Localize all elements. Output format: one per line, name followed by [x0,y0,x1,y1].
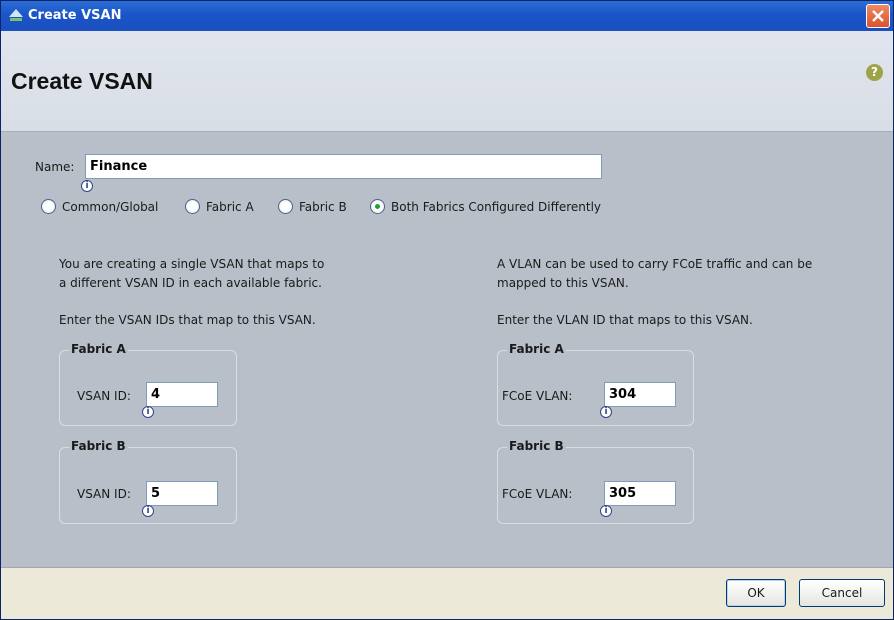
page-title: Create VSAN [11,68,153,94]
vsan-description-line1: You are creating a single VSAN that maps… [59,257,325,271]
radio-label-common-global[interactable]: Common/Global [62,200,158,214]
vlan-fabric-a-group: Fabric A FCoE VLAN: i [497,342,694,426]
info-marker-icon: i [142,406,154,418]
info-marker-icon: i [600,406,612,418]
vlan-description-line2: mapped to this VSAN. [497,276,629,290]
fabric-b-legend: Fabric B [507,439,566,453]
radio-both-fabrics[interactable] [370,199,385,214]
name-field[interactable] [85,154,602,179]
vlan-fabric-b-group: Fabric B FCoE VLAN: i [497,439,694,524]
vsan-fabric-a-group: Fabric A VSAN ID: i [59,342,237,426]
fcoe-vlan-label-a: FCoE VLAN: [502,389,573,403]
fcoe-vlan-label-b: FCoE VLAN: [502,487,573,501]
radio-label-both-fabrics[interactable]: Both Fabrics Configured Differently [391,200,601,214]
vsan-id-label-b: VSAN ID: [77,487,131,501]
fcoe-vlan-fabric-b-input[interactable] [604,481,676,506]
fabric-a-legend: Fabric A [69,342,128,356]
title-bar[interactable]: Create VSAN [1,1,893,31]
info-marker-icon: i [142,505,154,517]
name-label: Name: [35,160,75,174]
cancel-button[interactable]: Cancel [799,579,885,607]
vsan-id-label-a: VSAN ID: [77,389,131,403]
vsan-id-fabric-b-input[interactable] [146,481,218,506]
radio-label-fabric-a[interactable]: Fabric A [206,200,254,214]
radio-label-fabric-b[interactable]: Fabric B [299,200,347,214]
info-marker-icon: i [81,180,93,192]
close-icon [872,10,884,22]
dialog-body: Name: i Common/Global Fabric A Fabric B … [1,133,893,567]
close-button[interactable] [866,4,890,28]
help-icon[interactable]: ? [866,64,883,81]
vsan-id-fabric-a-input[interactable] [146,382,218,407]
ok-button[interactable]: OK [726,579,786,607]
fcoe-vlan-fabric-a-input[interactable] [604,382,676,407]
vsan-description-line2: a different VSAN ID in each available fa… [59,276,322,290]
vsan-fabric-b-group: Fabric B VSAN ID: i [59,439,237,524]
fabric-b-legend: Fabric B [69,439,128,453]
dialog-header: Create VSAN ? [1,31,893,132]
radio-fabric-a[interactable] [185,199,200,214]
create-vsan-dialog: Create VSAN Create VSAN ? Name: i Common… [0,0,894,620]
radio-common-global[interactable] [41,199,56,214]
dialog-footer: OK Cancel [1,567,893,619]
window-title: Create VSAN [28,8,122,23]
vlan-description-line1: A VLAN can be used to carry FCoE traffic… [497,257,813,271]
info-marker-icon: i [600,505,612,517]
fabric-a-legend: Fabric A [507,342,566,356]
vlan-instruction: Enter the VLAN ID that maps to this VSAN… [497,313,753,327]
app-icon [9,9,23,21]
vsan-instruction: Enter the VSAN IDs that map to this VSAN… [59,313,316,327]
radio-fabric-b[interactable] [278,199,293,214]
